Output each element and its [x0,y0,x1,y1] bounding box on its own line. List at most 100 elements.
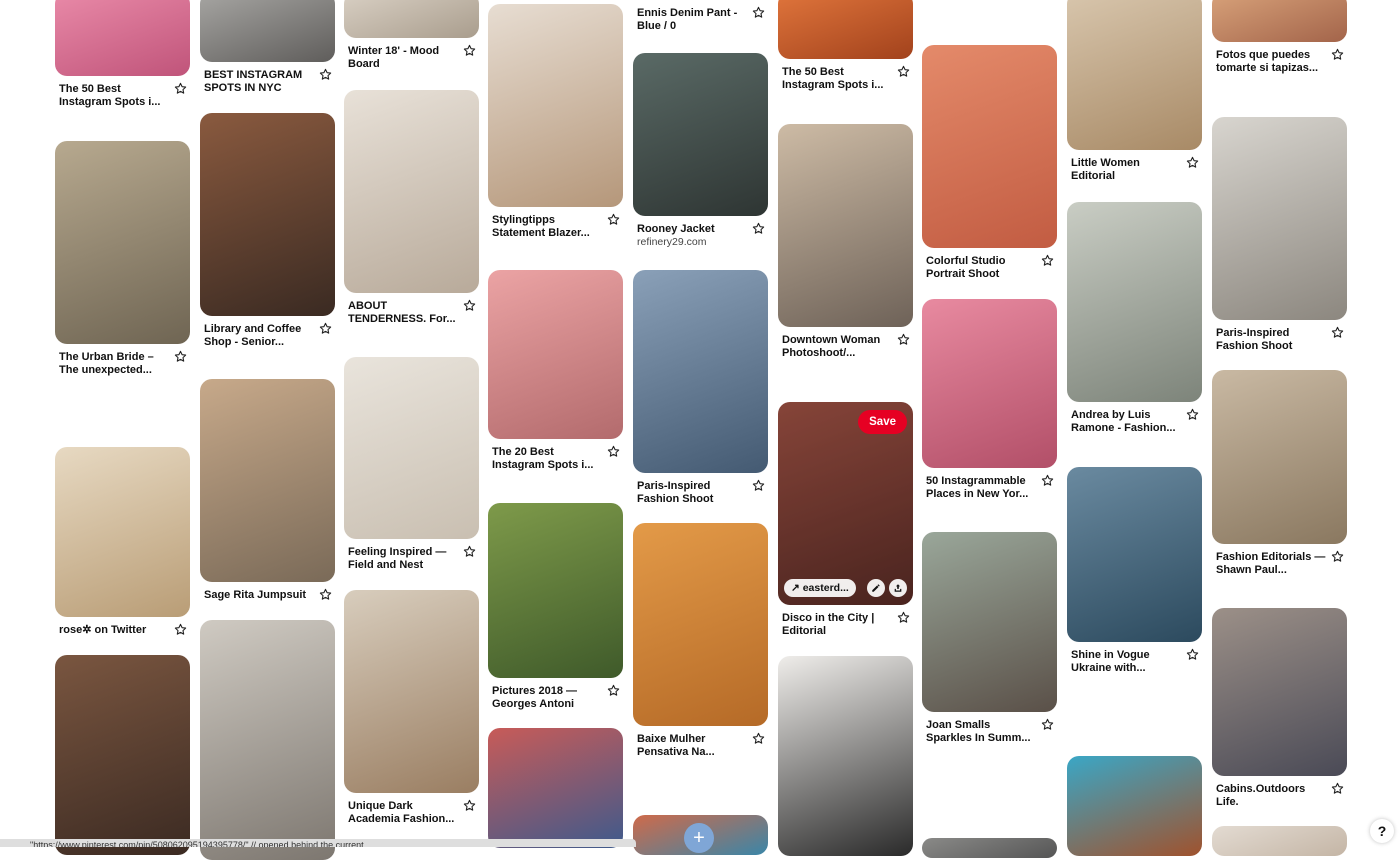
pin-title[interactable]: Sage Rita Jumpsuit [204,589,316,602]
star-icon[interactable] [463,799,477,813]
pin-image[interactable] [55,447,190,617]
star-icon[interactable] [607,445,621,459]
star-icon[interactable] [607,213,621,227]
pin-image[interactable] [1067,467,1202,642]
pin-image[interactable] [778,656,913,856]
pin-title[interactable]: Shine in Vogue Ukraine with... [1071,649,1183,674]
star-icon[interactable] [174,623,188,637]
pin-image[interactable] [633,270,768,473]
pin-title[interactable]: Winter 18' - Mood Board [348,45,460,70]
star-icon[interactable] [752,732,766,746]
star-icon[interactable] [174,350,188,364]
pin-title[interactable]: Fotos que puedes tomarte si tapizas... [1216,49,1328,74]
pin-image[interactable] [1067,0,1202,150]
star-icon[interactable] [1186,648,1200,662]
pin-title[interactable]: Pictures 2018 — Georges Antoni [492,685,604,710]
pin-title[interactable]: Unique Dark Academia Fashion... [348,800,460,825]
pin-image[interactable] [55,141,190,344]
pin-image[interactable] [1067,756,1202,856]
pin-title[interactable]: Joan Smalls Sparkles In Summ... [926,719,1038,744]
pin-title[interactable]: Andrea by Luis Ramone - Fashion... [1071,409,1183,434]
pin-image[interactable] [1212,370,1347,544]
pin-title[interactable]: The 50 Best Instagram Spots i... [59,83,171,108]
add-pin-button[interactable]: + [684,823,714,853]
pin-image[interactable] [633,523,768,726]
pin-image[interactable] [922,532,1057,712]
pin-image[interactable] [200,379,335,582]
star-icon[interactable] [174,82,188,96]
save-button[interactable]: Save [858,410,907,434]
star-icon[interactable] [752,479,766,493]
pin-title[interactable]: Rooney Jacket [637,223,749,236]
star-icon[interactable] [752,222,766,236]
pin-title[interactable]: Paris-Inspired Fashion Shoot [1216,327,1328,352]
share-icon[interactable] [889,579,907,597]
pin-image[interactable] [344,590,479,793]
star-icon[interactable] [463,545,477,559]
pin-image[interactable] [200,620,335,860]
star-icon[interactable] [1041,254,1055,268]
pin-title[interactable]: The Urban Bride – The unexpected... [59,351,171,376]
star-icon[interactable] [1331,550,1345,564]
help-button[interactable]: ? [1370,819,1394,843]
star-icon[interactable] [897,333,911,347]
pin-title[interactable]: The 20 Best Instagram Spots i... [492,446,604,471]
pin-title[interactable]: Cabins.Outdoors Life. [1216,783,1328,808]
pin-title[interactable]: ABOUT TENDERNESS. For... [348,300,460,325]
star-icon[interactable] [1041,474,1055,488]
pin-image[interactable] [1212,0,1347,42]
pin-image[interactable]: Save ↗ easterd... [778,402,913,605]
pin-title[interactable]: The 50 Best Instagram Spots i... [782,66,894,91]
pin-title[interactable]: Ennis Denim Pant - Blue / 0 [637,7,749,32]
pin-title[interactable]: Paris-Inspired Fashion Shoot [637,480,749,505]
pin-title[interactable]: Stylingtipps Statement Blazer... [492,214,604,239]
pin-image[interactable] [1067,202,1202,402]
source-link-chip[interactable]: ↗ easterd... [784,579,856,597]
star-icon[interactable] [319,588,333,602]
star-icon[interactable] [1331,48,1345,62]
pin-title[interactable]: rose✲ on Twitter [59,624,171,637]
pencil-icon[interactable] [867,579,885,597]
pin-title[interactable]: Library and Coffee Shop - Senior... [204,323,316,348]
pin-image[interactable] [778,124,913,327]
pin-image[interactable] [1212,117,1347,320]
pin-image[interactable] [633,53,768,216]
star-icon[interactable] [1331,782,1345,796]
pin-image[interactable] [55,655,190,855]
pin-title[interactable]: Baixe Mulher Pensativa Na... [637,733,749,758]
pin-image[interactable] [922,45,1057,248]
star-icon[interactable] [607,684,621,698]
star-icon[interactable] [752,6,766,20]
star-icon[interactable] [897,611,911,625]
star-icon[interactable] [319,68,333,82]
pin-image[interactable] [922,299,1057,468]
pin-title[interactable]: Downtown Woman Photoshoot/... [782,334,894,359]
star-icon[interactable] [1041,718,1055,732]
pin-image[interactable] [488,728,623,848]
pin-title[interactable]: Disco in the City | Editorial [782,612,894,637]
star-icon[interactable] [319,322,333,336]
pin-title[interactable]: Fashion Editorials — Shawn Paul... [1216,551,1328,576]
pin-title[interactable]: Little Women Editorial [1071,157,1183,182]
star-icon[interactable] [1331,326,1345,340]
star-icon[interactable] [897,65,911,79]
pin-image[interactable] [344,0,479,38]
pin-image[interactable] [1212,826,1347,856]
star-icon[interactable] [1186,156,1200,170]
star-icon[interactable] [463,44,477,58]
pin-title[interactable]: BEST INSTAGRAM SPOTS IN NYC [204,69,316,94]
pin-image[interactable] [344,357,479,539]
star-icon[interactable] [1186,408,1200,422]
pin-image[interactable] [488,270,623,439]
pin-title[interactable]: Colorful Studio Portrait Shoot [926,255,1038,280]
star-icon[interactable] [463,299,477,313]
pin-image[interactable] [200,0,335,62]
pin-title[interactable]: Feeling Inspired — Field and Nest [348,546,460,571]
pin-image[interactable] [922,838,1057,858]
pin-image[interactable] [344,90,479,293]
pin-image[interactable] [55,0,190,76]
pin-image[interactable] [778,0,913,59]
pin-image[interactable] [1212,608,1347,776]
pin-image[interactable] [200,113,335,316]
pin-image[interactable] [488,4,623,207]
